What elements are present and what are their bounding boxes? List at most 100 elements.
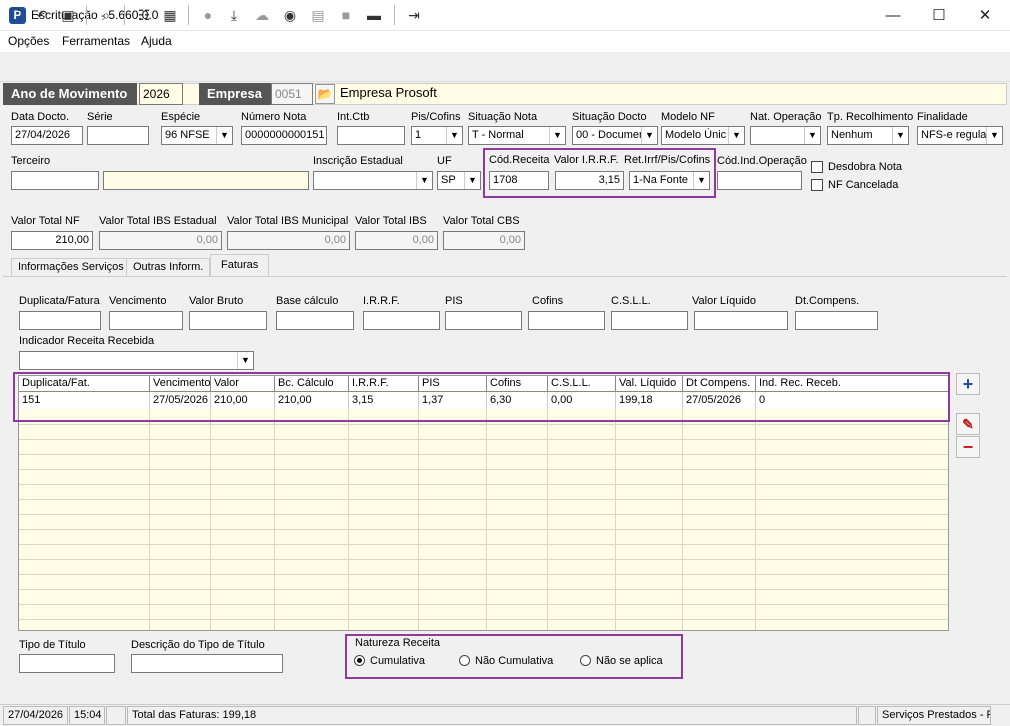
pis-fat-input[interactable] <box>445 311 522 330</box>
tab-informacoes-servicos[interactable]: Informações Serviços <box>11 258 131 276</box>
tree-icon[interactable]: ☷ <box>134 5 154 25</box>
chevron-down-icon[interactable]: ▼ <box>237 352 253 369</box>
barcode-icon[interactable]: ▬ <box>364 5 384 25</box>
total-ibs-mun-value[interactable]: 0,00 <box>227 231 350 250</box>
especie-select[interactable]: 96 NFSE ▼ <box>161 126 233 145</box>
grid-line <box>19 619 948 620</box>
empresa-code[interactable]: 0051 <box>271 83 313 105</box>
split-icon[interactable]: ▤ <box>308 5 328 25</box>
undo-icon[interactable]: ↶ <box>32 5 52 25</box>
status-empty <box>858 706 876 725</box>
total-ibs-value[interactable]: 0,00 <box>355 231 438 250</box>
ret-select[interactable]: 1-Na Fonte ▼ <box>629 171 710 190</box>
sitdocto-select[interactable]: 00 - Documer ▼ <box>572 126 658 145</box>
radio-nao-cumulativa[interactable] <box>459 655 470 666</box>
grid-line <box>19 469 948 470</box>
ret-value: 1-Na Fonte <box>633 174 689 186</box>
add-icon[interactable]: + <box>956 373 980 395</box>
total-cbs-value[interactable]: 0,00 <box>443 231 525 250</box>
codrec-label: Cód.Receita <box>489 154 550 166</box>
ano-input[interactable]: 2026 <box>139 83 183 105</box>
calculator-icon[interactable]: ▦ <box>160 5 180 25</box>
toolbar-separator <box>394 5 395 25</box>
irrf-input[interactable]: 3,15 <box>555 171 624 190</box>
save-icon[interactable]: ▣ <box>58 5 78 25</box>
irrf-fat-input[interactable] <box>363 311 440 330</box>
duplicata-input[interactable] <box>19 311 101 330</box>
download-icon[interactable]: ⤓ <box>224 5 244 25</box>
terceiro-code-input[interactable] <box>11 171 99 190</box>
numero-input[interactable]: 0000000000151 <box>241 126 327 145</box>
cancelada-checkbox[interactable] <box>811 179 823 191</box>
codind-label: Cód.Ind.Operação <box>717 155 807 167</box>
folder-open-icon[interactable]: 📂 <box>315 84 335 104</box>
data-docto-input[interactable]: 27/04/2026 <box>11 126 83 145</box>
situacao-select[interactable]: T - Normal ▼ <box>468 126 566 145</box>
tipo-titulo-input[interactable] <box>19 654 115 673</box>
empresa-name: Empresa Prosoft <box>340 85 437 100</box>
exit-icon[interactable]: ⇥ <box>404 5 424 25</box>
serie-input[interactable] <box>87 126 149 145</box>
chevron-down-icon[interactable]: ▼ <box>693 172 709 189</box>
chevron-down-icon[interactable]: ▼ <box>892 127 908 144</box>
total-ibs-est-value[interactable]: 0,00 <box>99 231 222 250</box>
modelo-select[interactable]: Modelo Únic ▼ <box>661 126 745 145</box>
cib-icon[interactable]: ◉ <box>280 5 300 25</box>
tab-faturas[interactable]: Faturas <box>210 254 270 276</box>
intctb-input[interactable] <box>337 126 405 145</box>
dt-compens-label: Dt.Compens. <box>795 295 860 307</box>
menu-opcoes[interactable]: Opções <box>8 34 49 48</box>
pis-select[interactable]: 1 ▼ <box>411 126 463 145</box>
terceiro-name-input[interactable] <box>103 171 309 190</box>
chevron-down-icon[interactable]: ▼ <box>464 172 480 189</box>
minimize-button[interactable]: — <box>870 0 916 31</box>
chevron-down-icon[interactable]: ▼ <box>446 127 462 144</box>
menu-ferramentas[interactable]: Ferramentas <box>62 34 130 48</box>
chevron-down-icon[interactable]: ▼ <box>986 127 1002 144</box>
terceiro-label: Terceiro <box>11 155 51 167</box>
chevron-down-icon[interactable]: ▼ <box>728 127 744 144</box>
new-document-icon[interactable]: 🗋 <box>6 5 26 25</box>
codrec-input[interactable]: 1708 <box>489 171 549 190</box>
shell-icon[interactable]: ● <box>198 5 218 25</box>
preview-icon[interactable]: ⌕ <box>96 5 116 25</box>
block-icon[interactable]: ■ <box>336 5 356 25</box>
remove-icon[interactable]: − <box>956 436 980 458</box>
chevron-down-icon[interactable]: ▼ <box>804 127 820 144</box>
finalidade-select[interactable]: NFS-e regula ▼ <box>917 126 1003 145</box>
modelo-value: Modelo Únic <box>665 129 727 141</box>
csll-fat-input[interactable] <box>611 311 688 330</box>
natop-select[interactable]: ▼ <box>750 126 821 145</box>
tprec-select[interactable]: Nenhum ▼ <box>827 126 909 145</box>
radio-cumulativa[interactable] <box>354 655 365 666</box>
valor-liquido-input[interactable] <box>694 311 788 330</box>
radio-nao-se-aplica[interactable] <box>580 655 591 666</box>
codind-input[interactable] <box>717 171 802 190</box>
chevron-down-icon[interactable]: ▼ <box>416 172 432 189</box>
cloud-icon[interactable]: ☁ <box>252 5 272 25</box>
maximize-button[interactable]: ☐ <box>916 0 962 31</box>
desdobra-checkbox[interactable] <box>811 161 823 173</box>
base-calculo-input[interactable] <box>276 311 354 330</box>
chevron-down-icon[interactable]: ▼ <box>216 127 232 144</box>
valor-bruto-input[interactable] <box>189 311 267 330</box>
cofins-fat-input[interactable] <box>528 311 605 330</box>
total-nf-value[interactable]: 210,00 <box>11 231 93 250</box>
data-docto-label: Data Docto. <box>11 111 70 123</box>
chevron-down-icon[interactable]: ▼ <box>641 127 657 144</box>
edit-icon[interactable]: ✎ <box>956 413 980 435</box>
tab-divider <box>3 276 1007 277</box>
ano-label: Ano de Movimento <box>3 83 137 105</box>
dt-compens-input[interactable] <box>795 311 878 330</box>
chevron-down-icon[interactable]: ▼ <box>549 127 565 144</box>
indicador-select[interactable]: ▼ <box>19 351 254 370</box>
vencimento-input[interactable] <box>109 311 183 330</box>
close-button[interactable]: ✕ <box>962 0 1008 31</box>
tab-outras-inform[interactable]: Outras Inform. <box>126 258 211 276</box>
desc-titulo-input[interactable] <box>131 654 283 673</box>
ie-select[interactable]: ▼ <box>313 171 433 190</box>
irrf-label: Valor I.R.R.F. <box>554 154 619 166</box>
uf-select[interactable]: SP ▼ <box>437 171 481 190</box>
menu-ajuda[interactable]: Ajuda <box>141 34 172 48</box>
status-date: 27/04/2026 <box>3 706 68 725</box>
